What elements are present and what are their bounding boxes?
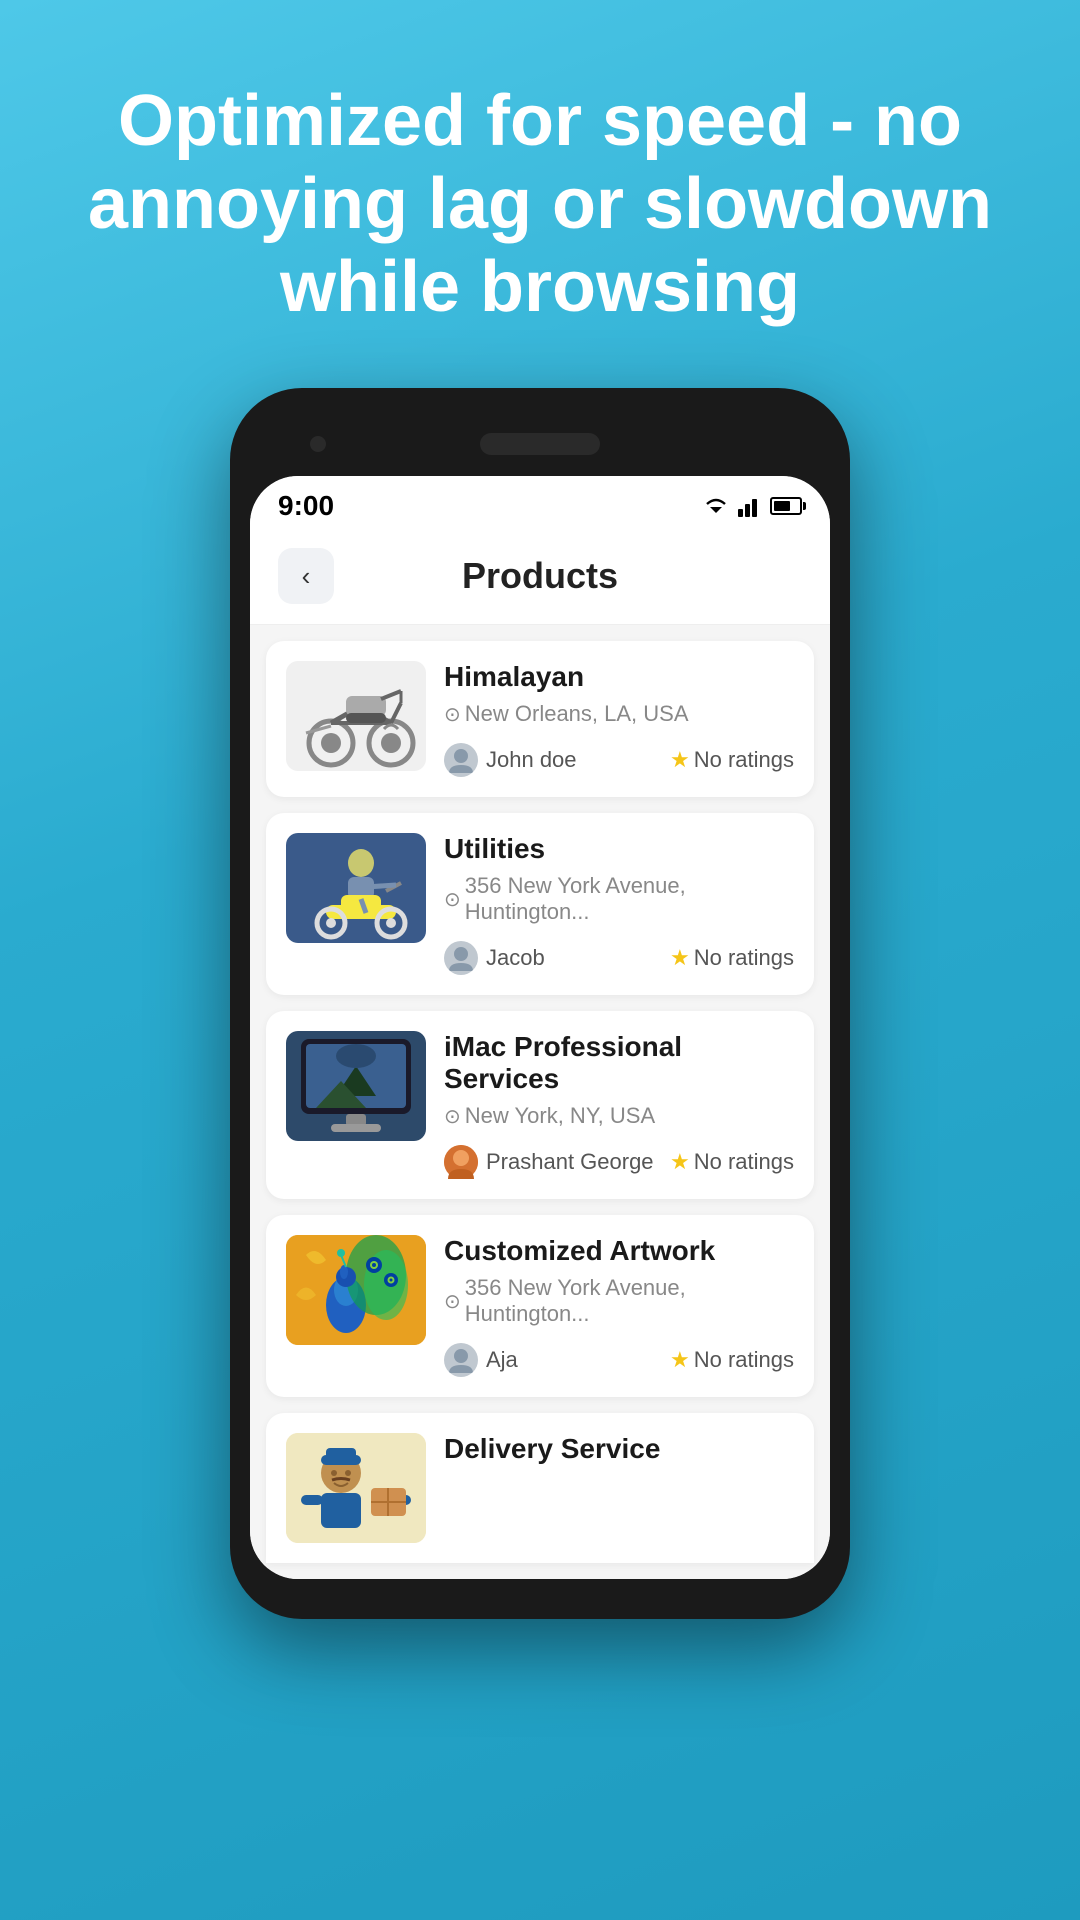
status-bar: 9:00 (250, 476, 830, 532)
back-chevron-icon: ‹ (302, 563, 311, 589)
phone-camera (310, 436, 326, 452)
product-image-delivery (286, 1433, 426, 1543)
product-image-utilities (286, 833, 426, 943)
wifi-icon (702, 495, 730, 517)
seller-info: Jacob (444, 941, 545, 975)
star-icon: ★ (670, 1347, 690, 1373)
product-name: iMac Professional Services (444, 1031, 794, 1095)
location-pin-icon: ⊙ (444, 887, 461, 912)
page-title: Products (334, 555, 746, 597)
status-time: 9:00 (278, 490, 334, 522)
seller-avatar (444, 1343, 478, 1377)
status-icons (702, 495, 802, 517)
seller-name: Prashant George (486, 1149, 654, 1175)
back-button[interactable]: ‹ (278, 548, 334, 604)
rating-info: ★ No ratings (670, 747, 794, 773)
product-image-imac (286, 1031, 426, 1141)
location-pin-icon: ⊙ (444, 1289, 461, 1314)
rating-text: No ratings (694, 1347, 794, 1373)
product-info-imac: iMac Professional Services ⊙ New York, N… (444, 1031, 794, 1179)
product-info-delivery: Delivery Service (444, 1433, 794, 1473)
product-card-imac[interactable]: iMac Professional Services ⊙ New York, N… (266, 1011, 814, 1199)
product-info-artwork: Customized Artwork ⊙ 356 New York Avenue… (444, 1235, 794, 1377)
rating-text: No ratings (694, 1149, 794, 1175)
product-meta: Prashant George ★ No ratings (444, 1145, 794, 1179)
product-location: ⊙ New York, NY, USA (444, 1103, 794, 1129)
product-name: Utilities (444, 833, 794, 865)
product-location: ⊙ New Orleans, LA, USA (444, 701, 794, 727)
battery-icon (770, 497, 802, 515)
product-card-artwork[interactable]: Customized Artwork ⊙ 356 New York Avenue… (266, 1215, 814, 1397)
location-pin-icon: ⊙ (444, 1104, 461, 1129)
product-name: Delivery Service (444, 1433, 794, 1465)
star-icon: ★ (670, 747, 690, 773)
rating-info: ★ No ratings (670, 1149, 794, 1175)
phone-speaker (480, 433, 600, 455)
seller-info: Prashant George (444, 1145, 654, 1179)
location-pin-icon: ⊙ (444, 702, 461, 727)
star-icon: ★ (670, 945, 690, 971)
seller-name: Aja (486, 1347, 518, 1373)
product-card-utilities[interactable]: Utilities ⊙ 356 New York Avenue, Hunting… (266, 813, 814, 995)
product-meta: Jacob ★ No ratings (444, 941, 794, 975)
rating-text: No ratings (694, 747, 794, 773)
product-card-himalayan[interactable]: Himalayan ⊙ New Orleans, LA, USA John do… (266, 641, 814, 797)
rating-text: No ratings (694, 945, 794, 971)
phone-screen: 9:00 (250, 476, 830, 1579)
seller-avatar-prashant (444, 1145, 478, 1179)
star-icon: ★ (670, 1149, 690, 1175)
phone-notch (250, 416, 830, 472)
seller-info: John doe (444, 743, 577, 777)
seller-name: Jacob (486, 945, 545, 971)
rating-info: ★ No ratings (670, 945, 794, 971)
product-location: ⊙ 356 New York Avenue, Huntington... (444, 873, 794, 925)
product-card-delivery[interactable]: Delivery Service (266, 1413, 814, 1563)
seller-name: John doe (486, 747, 577, 773)
product-info-utilities: Utilities ⊙ 356 New York Avenue, Hunting… (444, 833, 794, 975)
product-name: Himalayan (444, 661, 794, 693)
signal-icon (738, 495, 762, 517)
seller-avatar (444, 743, 478, 777)
product-name: Customized Artwork (444, 1235, 794, 1267)
seller-info: Aja (444, 1343, 518, 1377)
products-list: Himalayan ⊙ New Orleans, LA, USA John do… (250, 625, 830, 1579)
product-meta: Aja ★ No ratings (444, 1343, 794, 1377)
headline-text: Optimized for speed - no annoying lag or… (0, 0, 1080, 388)
product-image-artwork (286, 1235, 426, 1345)
rating-info: ★ No ratings (670, 1347, 794, 1373)
product-location: ⊙ 356 New York Avenue, Huntington... (444, 1275, 794, 1327)
phone-mockup: 9:00 (230, 388, 850, 1619)
product-meta: John doe ★ No ratings (444, 743, 794, 777)
seller-avatar (444, 941, 478, 975)
product-info-himalayan: Himalayan ⊙ New Orleans, LA, USA John do… (444, 661, 794, 777)
product-image-himalayan (286, 661, 426, 771)
app-header: ‹ Products (250, 532, 830, 625)
